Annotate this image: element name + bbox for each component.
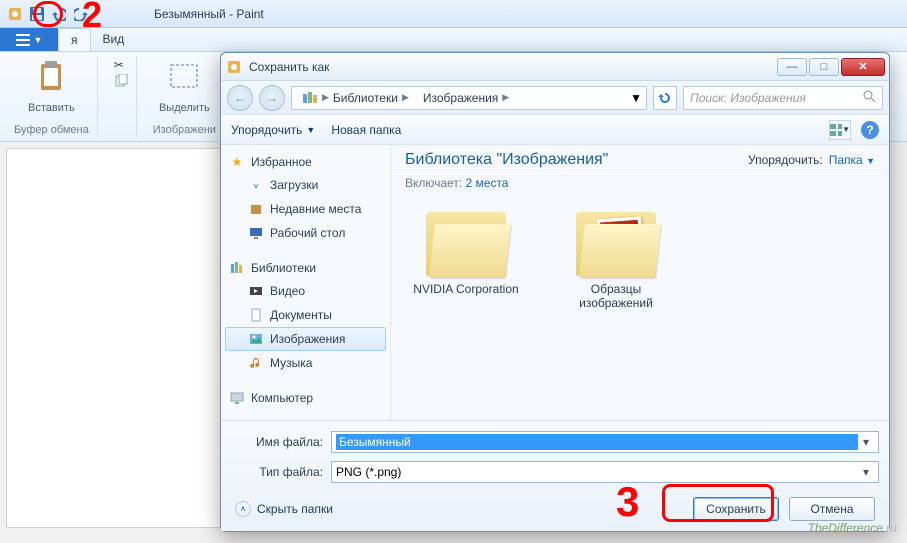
recent-icon [248,201,264,217]
paste-button[interactable] [33,58,69,94]
music-icon [248,355,264,371]
save-icon[interactable] [28,5,46,23]
chevron-down-icon: ▼ [866,156,875,166]
sidebar-item-pictures[interactable]: Изображения [225,327,386,351]
pictures-icon [248,331,264,347]
navigation-sidebar: ★ Избранное Загрузки Недавние места Рабо… [221,145,391,420]
folder-icon [426,212,506,276]
filetype-label: Тип файла: [231,465,323,479]
paint-app-icon [225,58,243,76]
sidebar-item-video[interactable]: Видео [225,279,386,303]
paint-app-icon [6,5,24,23]
chevron-down-icon[interactable]: ▾ [858,465,874,479]
sidebar-libraries[interactable]: Библиотеки [225,257,386,279]
downloads-icon [248,177,264,193]
library-includes: Включает: 2 места [391,176,889,196]
minimize-button[interactable]: — [777,58,807,76]
hide-folders-button[interactable]: ˄ Скрыть папки [235,501,683,517]
chevron-down-icon[interactable]: ▾ [858,435,874,449]
sidebar-favorites[interactable]: ★ Избранное [225,151,386,173]
undo-icon[interactable] [50,5,68,23]
breadcrumb-dropdown-icon[interactable]: ▼ [630,91,642,105]
ribbon-group-clipboard2: ✂ [106,56,137,137]
paint-titlebar: Безымянный - Paint [0,0,907,28]
sidebar-item-documents[interactable]: Документы [225,303,386,327]
nav-forward-button[interactable]: → [259,85,285,111]
view-mode-button[interactable]: ▼ [829,120,851,140]
filetype-combo[interactable]: ▾ [331,461,879,483]
arrange-value[interactable]: Папка ▼ [829,153,875,167]
folder-label: NVIDIA Corporation [411,282,521,296]
breadcrumb[interactable]: ▶ Библиотеки ▶ Изображения ▶ ▼ [291,86,647,110]
breadcrumb-current[interactable]: Изображения ▶ [417,89,515,107]
folder-list: NVIDIA Corporation Образцы изображений [391,196,889,326]
star-icon: ★ [229,154,245,170]
image-caption: Изображени [153,124,216,136]
arrange-control[interactable]: Упорядочить: Папка ▼ [748,153,875,167]
search-input[interactable]: Поиск: Изображения [683,86,883,110]
filename-combo[interactable]: ▾ [331,431,879,453]
sidebar-computer[interactable]: Компьютер [225,387,386,409]
cancel-button[interactable]: Отмена [789,497,875,521]
help-button[interactable]: ? [861,121,879,139]
save-button[interactable]: Сохранить [693,497,779,521]
filename-label: Имя файла: [231,435,323,449]
dialog-bottom: Имя файла: ▾ Тип файла: ▾ ˄ Скрыть папки… [221,420,889,531]
select-button[interactable] [166,58,202,94]
organize-button[interactable]: Упорядочить ▼ [231,123,315,137]
dialog-title: Сохранить как [249,60,775,74]
libraries-icon [229,260,245,276]
clipboard-caption: Буфер обмена [14,124,89,136]
filetype-input[interactable] [336,465,858,479]
ribbon-group-image: Выделить Изображени [145,56,225,137]
ribbon-group-clipboard: Вставить Буфер обмена [6,56,98,137]
library-title: Библиотека "Изображения" [405,151,608,169]
folder-icon [576,212,656,276]
filename-input[interactable] [336,434,858,450]
sidebar-item-downloads[interactable]: Загрузки [225,173,386,197]
close-button[interactable]: ✕ [841,58,885,76]
desktop-icon [248,225,264,241]
dialog-toolbar: Упорядочить ▼ Новая папка ▼ ? [221,115,889,145]
documents-icon [248,307,264,323]
cut-button[interactable]: ✂ [114,58,128,72]
refresh-button[interactable] [653,86,677,110]
nav-back-button[interactable]: ← [227,85,253,111]
paint-window-title: Безымянный - Paint [154,7,264,21]
file-menu-tab[interactable]: ▼ [0,28,58,51]
breadcrumb-root[interactable]: ▶ Библиотеки ▶ [296,89,415,107]
copy-button[interactable] [114,74,128,88]
tab-home[interactable]: я [58,28,91,51]
tab-view[interactable]: Вид [91,28,137,51]
sidebar-item-music[interactable]: Музыка [225,351,386,375]
select-label: Выделить [159,102,210,114]
save-as-dialog: Сохранить как — □ ✕ ← → ▶ Библиотеки ▶ И… [220,52,890,532]
folder-item[interactable]: NVIDIA Corporation [411,212,521,310]
dialog-titlebar: Сохранить как — □ ✕ [221,53,889,81]
search-icon [863,90,876,106]
libraries-icon [302,91,318,105]
video-icon [248,283,264,299]
paste-label: Вставить [28,102,75,114]
maximize-button[interactable]: □ [809,58,839,76]
sidebar-item-desktop[interactable]: Рабочий стол [225,221,386,245]
computer-icon [229,390,245,406]
folder-item[interactable]: Образцы изображений [561,212,671,310]
chevron-down-icon: ▼ [306,125,315,135]
navigation-row: ← → ▶ Библиотеки ▶ Изображения ▶ ▼ Поиск… [221,81,889,115]
scissors-icon: ✂ [114,58,124,72]
ribbon-tabstrip: ▼ я Вид [0,28,907,52]
chevron-up-icon: ˄ [235,501,251,517]
new-folder-button[interactable]: Новая папка [331,123,401,137]
folder-label: Образцы изображений [561,282,671,310]
content-pane: Библиотека "Изображения" Упорядочить: Па… [391,145,889,420]
sidebar-item-recent[interactable]: Недавние места [225,197,386,221]
includes-link[interactable]: 2 места [466,176,509,190]
search-placeholder: Поиск: Изображения [690,91,806,105]
redo-icon[interactable] [72,5,90,23]
